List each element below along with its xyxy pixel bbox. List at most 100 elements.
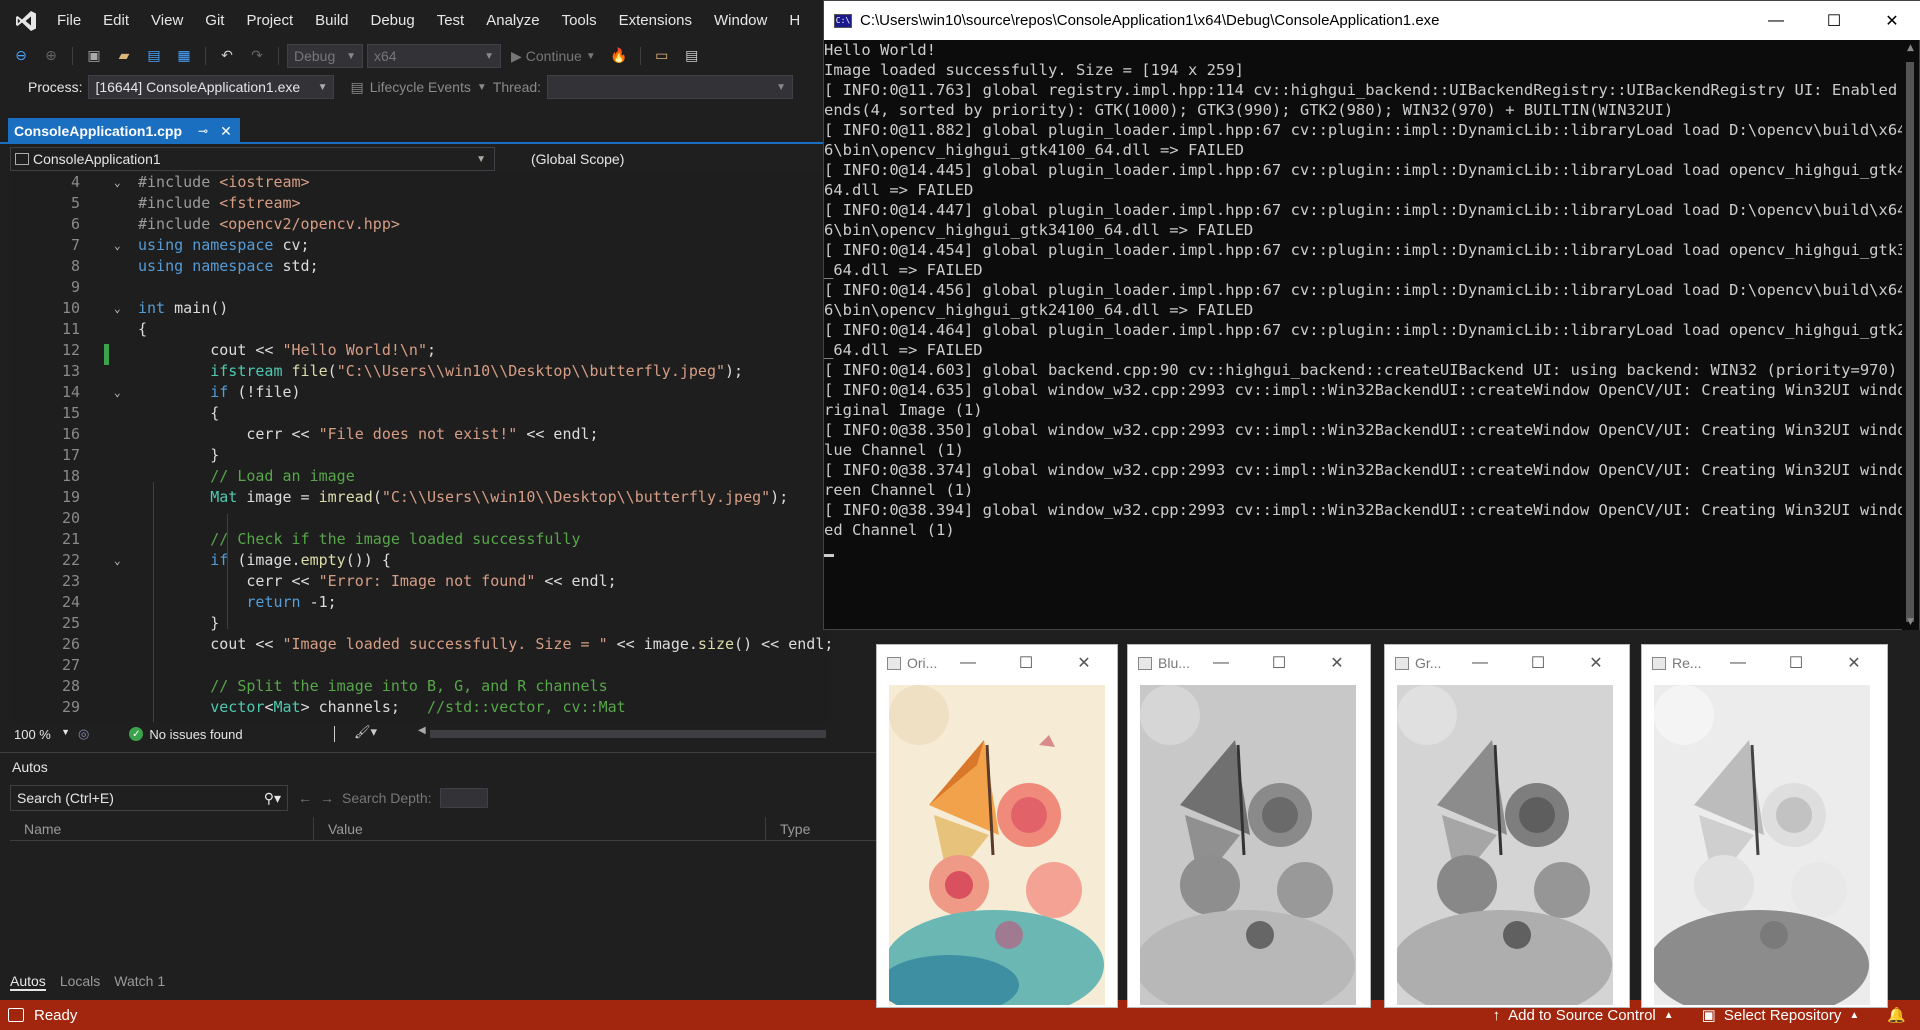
column-type[interactable]: Type xyxy=(766,817,876,841)
menu-item-h[interactable]: H xyxy=(778,0,811,42)
console-title-bar[interactable]: C:\ C:\Users\win10\source\repos\ConsoleA… xyxy=(824,1,1920,40)
close-icon[interactable]: ✕ xyxy=(1825,645,1883,681)
fold-toggle-icon[interactable]: ⌄ xyxy=(114,235,128,256)
code-line[interactable]: 24 return -1; xyxy=(10,592,830,613)
minimize-icon[interactable]: — xyxy=(1192,645,1250,681)
code-line[interactable]: 21 // Check if the image loaded successf… xyxy=(10,529,830,550)
code-line[interactable]: 15 { xyxy=(10,403,830,424)
hot-reload-icon[interactable]: 🔥 xyxy=(606,44,632,68)
scroll-thumb[interactable] xyxy=(1906,62,1914,622)
scroll-up-icon[interactable]: ▲ xyxy=(1902,40,1919,56)
tab-autos[interactable]: Autos xyxy=(10,973,46,991)
code-line[interactable]: 18 // Load an image xyxy=(10,466,830,487)
back-navigate-icon[interactable]: ⊖ xyxy=(8,44,34,68)
column-name[interactable]: Name xyxy=(10,816,314,841)
menu-item-project[interactable]: Project xyxy=(235,0,304,42)
scroll-left-icon[interactable]: ◀ xyxy=(418,725,426,736)
console-scrollbar[interactable]: ▲ ▼ xyxy=(1902,40,1919,630)
issues-indicator[interactable]: ✓ No issues found xyxy=(129,727,243,742)
horizontal-scrollbar[interactable] xyxy=(430,730,826,738)
window-title-bar[interactable]: Blu... — ☐ ✕ xyxy=(1128,645,1370,681)
code-line[interactable]: 11 { xyxy=(10,319,830,340)
menu-item-extensions[interactable]: Extensions xyxy=(608,0,703,42)
autos-search-input[interactable]: Search (Ctrl+E) ⚲▾ xyxy=(10,785,288,811)
minimize-icon[interactable]: — xyxy=(1709,645,1767,681)
brush-icon[interactable]: 🖌▾ xyxy=(354,724,377,740)
code-line[interactable]: 20 xyxy=(10,508,830,529)
continue-button[interactable]: ▶ Continue ▼ xyxy=(505,48,602,65)
minimize-icon[interactable]: — xyxy=(1451,645,1509,681)
code-line[interactable]: 5 #include <fstream> xyxy=(10,193,830,214)
search-icon[interactable]: ⚲▾ xyxy=(264,790,281,807)
code-line[interactable]: 16 cerr << "File does not exist!" << end… xyxy=(10,424,830,445)
menu-item-window[interactable]: Window xyxy=(703,0,778,42)
code-line[interactable]: 29 vector<Mat> channels; //std::vector, … xyxy=(10,697,830,718)
code-line[interactable]: 4 ⌄ #include <iostream> xyxy=(10,172,830,193)
code-line[interactable]: 25 } xyxy=(10,613,830,634)
tab-console-application-cpp[interactable]: ConsoleApplication1.cpp ⊸ ✕ xyxy=(8,118,240,144)
lifecycle-events-label[interactable]: Lifecycle Events xyxy=(370,79,471,95)
menu-item-test[interactable]: Test xyxy=(426,0,476,42)
maximize-icon[interactable]: ☐ xyxy=(1805,1,1863,40)
menu-item-file[interactable]: File xyxy=(46,0,92,42)
fold-toggle-icon[interactable]: ⌄ xyxy=(114,382,128,403)
search-depth-combo[interactable] xyxy=(439,788,488,808)
console-window[interactable]: C:\ C:\Users\win10\source\repos\ConsoleA… xyxy=(823,0,1920,630)
menu-item-edit[interactable]: Edit xyxy=(92,0,140,42)
window-layout-icon[interactable]: ▤ xyxy=(679,44,705,68)
back-arrow-icon[interactable]: ← xyxy=(298,790,312,806)
menu-item-debug[interactable]: Debug xyxy=(360,0,426,42)
copilot-icon[interactable]: ◎ xyxy=(78,726,89,742)
process-combo[interactable]: [16644] ConsoleApplication1.exe ▼ xyxy=(88,75,335,99)
close-icon[interactable]: ✕ xyxy=(1567,645,1625,681)
menu-item-analyze[interactable]: Analyze xyxy=(475,0,550,42)
code-line[interactable]: 26 cout << "Image loaded successfully. S… xyxy=(10,634,830,655)
platform-combo[interactable]: x64 ▼ xyxy=(367,44,501,68)
code-line[interactable]: 7 ⌄ using namespace cv; xyxy=(10,235,830,256)
visual-studio-logo-icon[interactable] xyxy=(6,0,46,42)
window-title-bar[interactable]: Re... — ☐ ✕ xyxy=(1642,645,1887,681)
red-channel-window[interactable]: Re... — ☐ ✕ xyxy=(1641,644,1888,1008)
close-icon[interactable]: ✕ xyxy=(1308,645,1366,681)
code-line[interactable]: 8 using namespace std; xyxy=(10,256,830,277)
fold-toggle-icon[interactable]: ⌄ xyxy=(114,550,128,571)
menu-item-tools[interactable]: Tools xyxy=(551,0,608,42)
pin-icon[interactable]: ⊸ xyxy=(198,124,208,138)
green-channel-window[interactable]: Gr... — ☐ ✕ xyxy=(1384,644,1630,1008)
redo-icon[interactable]: ↷ xyxy=(244,44,270,68)
code-line[interactable]: 17 } xyxy=(10,445,830,466)
close-icon[interactable]: ✕ xyxy=(1863,1,1920,40)
menu-item-view[interactable]: View xyxy=(140,0,194,42)
code-line[interactable]: 28 // Split the image into B, G, and R c… xyxy=(10,676,830,697)
code-line[interactable]: 14 ⌄ if (!file) xyxy=(10,382,830,403)
tab-watch-1[interactable]: Watch 1 xyxy=(114,973,165,991)
save-icon[interactable]: ▤ xyxy=(141,44,167,68)
window-title-bar[interactable]: Gr... — ☐ ✕ xyxy=(1385,645,1629,681)
add-to-source-control-button[interactable]: ↑ Add to Source Control ▲ xyxy=(1493,1007,1674,1024)
maximize-icon[interactable]: ☐ xyxy=(1509,645,1567,681)
fold-toggle-icon[interactable]: ⌄ xyxy=(114,298,128,319)
undo-icon[interactable]: ↶ xyxy=(214,44,240,68)
minimize-icon[interactable]: — xyxy=(939,645,997,681)
select-repository-button[interactable]: ▣ Select Repository ▲ xyxy=(1702,1006,1860,1025)
code-line[interactable]: 13 ifstream file("C:\\Users\\win10\\Desk… xyxy=(10,361,830,382)
forward-navigate-icon[interactable]: ⊕ xyxy=(38,44,64,68)
window-title-bar[interactable]: Ori... — ☐ ✕ xyxy=(877,645,1117,681)
forward-arrow-icon[interactable]: → xyxy=(320,790,334,806)
close-icon[interactable]: ✕ xyxy=(220,123,232,140)
new-project-icon[interactable]: ▣ xyxy=(81,44,107,68)
console-output[interactable]: Hello World! Image loaded successfully. S… xyxy=(824,40,1904,630)
minimize-icon[interactable]: — xyxy=(1747,1,1805,40)
code-line[interactable]: 19 Mat image = imread("C:\\Users\\win10\… xyxy=(10,487,830,508)
blue-channel-window[interactable]: Blu... — ☐ ✕ xyxy=(1127,644,1371,1008)
tab-locals[interactable]: Locals xyxy=(60,973,100,991)
lifecycle-icon[interactable]: ▤ xyxy=(350,79,363,96)
save-all-icon[interactable]: ▦ xyxy=(171,44,197,68)
menu-item-git[interactable]: Git xyxy=(194,0,235,42)
code-line[interactable]: 9 xyxy=(10,277,830,298)
column-value[interactable]: Value xyxy=(314,816,766,841)
code-line[interactable]: 10 ⌄ int main() xyxy=(10,298,830,319)
code-line[interactable]: 6 #include <opencv2/opencv.hpp> xyxy=(10,214,830,235)
original-image-window[interactable]: Ori... — ☐ ✕ xyxy=(876,644,1118,1008)
menu-item-build[interactable]: Build xyxy=(304,0,359,42)
